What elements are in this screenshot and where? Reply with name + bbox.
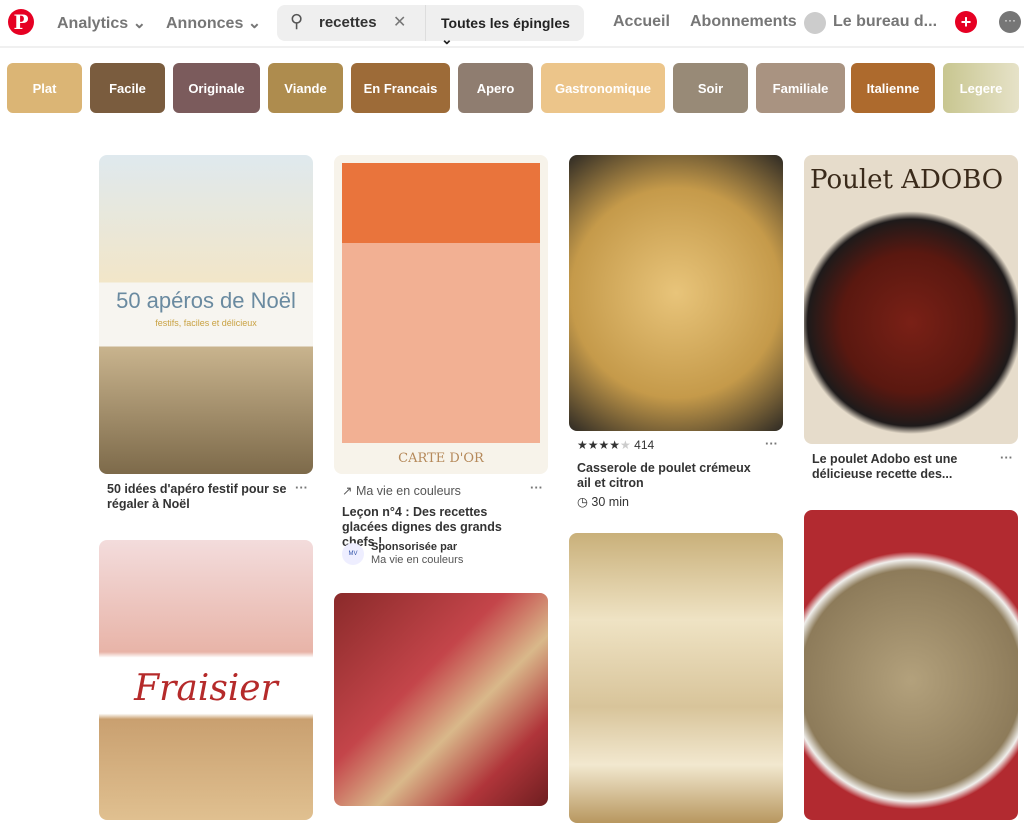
pin-image[interactable] bbox=[804, 510, 1018, 820]
pin-image[interactable] bbox=[569, 155, 783, 431]
arrow-up-right-icon: ↗ bbox=[342, 484, 353, 498]
rating: ★★★★★ 414 bbox=[577, 438, 655, 452]
more-options-icon[interactable]: ··· bbox=[295, 480, 308, 495]
image-text: 50 apéros de Noël bbox=[116, 288, 296, 313]
pin-image[interactable]: Poulet ADOBO bbox=[804, 155, 1018, 444]
clock-icon: ◷ bbox=[577, 495, 588, 509]
divider bbox=[425, 5, 426, 41]
analytics-menu[interactable]: Analytics ⌄ bbox=[57, 13, 146, 33]
more-options-icon[interactable]: ··· bbox=[530, 480, 543, 495]
pin-image[interactable] bbox=[334, 593, 548, 806]
pin-title[interactable]: Casserole de poulet crémeux ail et citro… bbox=[577, 461, 757, 491]
search-input[interactable]: recettes bbox=[319, 14, 377, 31]
image-area bbox=[342, 163, 540, 243]
chip-italienne[interactable]: Italienne bbox=[851, 63, 935, 113]
chip-facile[interactable]: Facile bbox=[90, 63, 165, 113]
pin-title[interactable]: Le poulet Adobo est une délicieuse recet… bbox=[812, 452, 992, 482]
avatar[interactable] bbox=[804, 12, 826, 34]
chip-soir[interactable]: Soir bbox=[673, 63, 748, 113]
chevron-down-icon: ⌄ bbox=[132, 15, 146, 32]
chip-plat[interactable]: Plat bbox=[7, 63, 82, 113]
search-icon: ⚲ bbox=[290, 11, 304, 31]
pinterest-logo[interactable]: P bbox=[8, 9, 34, 35]
messages-icon[interactable]: ··· bbox=[999, 11, 1021, 33]
chevron-down-icon: ⌄ bbox=[247, 15, 262, 32]
more-options-icon[interactable]: ··· bbox=[765, 436, 778, 451]
plus-icon[interactable]: + bbox=[955, 11, 977, 33]
search-bar: ⚲ recettes ✕ Toutes les épingles ⌄ bbox=[277, 5, 584, 47]
nav-accueil[interactable]: Accueil bbox=[613, 13, 670, 31]
chip-legere[interactable]: Legere bbox=[943, 63, 1019, 113]
account-name[interactable]: Le bureau d... bbox=[833, 13, 937, 31]
chip-viande[interactable]: Viande bbox=[268, 63, 343, 113]
chip-apero[interactable]: Apero bbox=[458, 63, 533, 113]
pin-image[interactable]: CARTE D'OR bbox=[334, 155, 548, 474]
chip-gastronomique[interactable]: Gastronomique bbox=[541, 63, 665, 113]
top-bar: P Analytics ⌄ Annonces ⌄ ⚲ recettes ✕ To… bbox=[0, 0, 1024, 48]
sponsored-label: Sponsorisée par bbox=[371, 541, 458, 553]
cook-time: ◷ 30 min bbox=[577, 495, 629, 509]
chip-en-francais[interactable]: En Francais bbox=[351, 63, 450, 113]
annonces-menu[interactable]: Annonces ⌄ bbox=[166, 13, 261, 33]
pin-image[interactable] bbox=[569, 533, 783, 823]
clear-search-icon[interactable]: ✕ bbox=[393, 12, 406, 32]
nav-abonnements[interactable]: Abonnements bbox=[690, 13, 797, 31]
pin-title[interactable]: 50 idées d'apéro festif pour se régaler … bbox=[107, 482, 292, 512]
more-options-icon[interactable]: ··· bbox=[1000, 450, 1013, 465]
image-area bbox=[342, 243, 540, 443]
chip-familiale[interactable]: Familiale bbox=[756, 63, 845, 113]
star-rating-icon: ★★★★★ bbox=[577, 438, 631, 452]
pin-image[interactable]: Fraisier bbox=[99, 540, 313, 820]
image-text: Fraisier bbox=[134, 668, 278, 709]
pin-source[interactable]: ↗ Ma vie en couleurs bbox=[342, 483, 461, 498]
chevron-down-icon: ⌄ bbox=[441, 31, 453, 47]
search-scope-dropdown[interactable]: Toutes les épingles ⌄ bbox=[441, 15, 584, 48]
sponsor-avatar[interactable]: MV bbox=[342, 543, 364, 565]
image-subtext: festifs, faciles et délicieux bbox=[155, 318, 257, 328]
brand-logo: CARTE D'OR bbox=[398, 451, 484, 466]
pin-image[interactable]: 50 apéros de Noël festifs, faciles et dé… bbox=[99, 155, 313, 474]
image-text: Poulet ADOBO bbox=[810, 165, 1004, 195]
sponsor-name[interactable]: Ma vie en couleurs bbox=[371, 554, 463, 566]
chip-originale[interactable]: Originale bbox=[173, 63, 260, 113]
